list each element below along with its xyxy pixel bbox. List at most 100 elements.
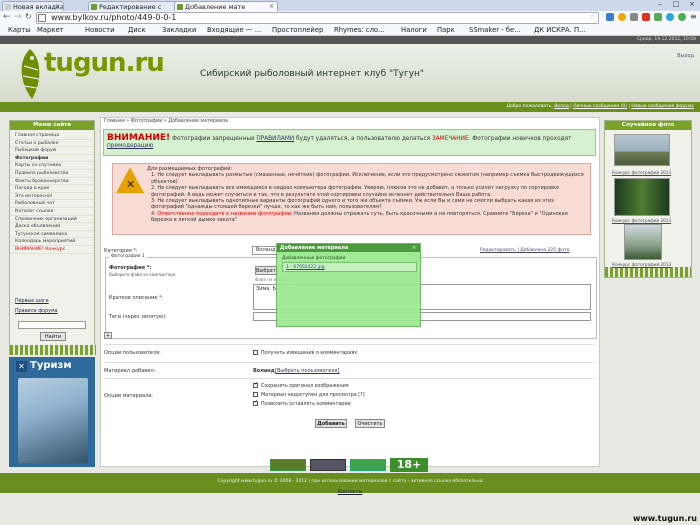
category-links[interactable]: Редактировать | Добавлено 225 фото [480,248,570,253]
search-button[interactable]: Найти [40,332,66,341]
extension-icon[interactable] [678,13,686,21]
menu-item[interactable]: Погода в крае [10,185,94,193]
notify-checkbox[interactable] [253,350,258,355]
choose-user-link[interactable]: [Выбрать пользователя] [275,368,339,374]
extension-icon[interactable] [630,13,638,21]
bookmark-disk[interactable]: Диск [128,26,146,34]
choose-file-button[interactable]: Выбрать [255,266,279,275]
menu-icon[interactable]: ≡ [690,12,697,21]
user-link[interactable]: Волод [554,104,569,109]
hidden-option[interactable]: Материал недоступен для просмотра [?] [253,392,365,398]
counter-badge[interactable] [350,459,386,471]
counter-badge[interactable] [310,459,346,471]
first-steps-link[interactable]: Первые шаги [15,299,49,304]
minimize-icon[interactable]: – [652,0,668,8]
photo-caption[interactable]: Конкурс фотографий 2013 [612,262,671,267]
added-photo-link[interactable]: 1 - 67602422.jpg [286,265,325,270]
close-window-icon[interactable]: × [684,0,700,8]
star-icon[interactable]: ☆ [589,12,596,21]
bookmarks-bar: Карты Маркет Новости Диск Закладки Входя… [0,25,700,36]
hidden-checkbox[interactable] [253,392,258,397]
close-icon[interactable]: × [269,3,274,10]
reload-icon[interactable]: ↻ [25,12,32,21]
comments-option[interactable]: Позволить оставлять комментарии [253,399,351,407]
keep-original-option[interactable]: Сохранять оригинал изображения [253,381,349,389]
menu-item[interactable]: Справочник организаций [10,216,94,224]
contacts-link[interactable]: Контакты [0,490,700,495]
added-photo-item[interactable]: 1 - 67602422.jpg [282,262,417,272]
popup-title[interactable]: Добавление материала [277,244,420,252]
bookmark-ssmaker[interactable]: SSmaker - бе... [469,26,521,34]
extension-icon[interactable] [642,13,650,21]
date-strip: Среда, 19.12.2012, 10:08 [0,36,700,44]
bookmark-inbox[interactable]: Входящие — ... [207,26,261,34]
maximize-icon[interactable]: □ [668,0,684,8]
menu-item[interactable]: Рыбацкий форум [10,147,94,155]
tab-add-material[interactable]: Добавление мате × [174,1,278,11]
comments-checkbox[interactable] [253,399,258,406]
page-icon [38,14,46,22]
watermark: www.tugun.ru [632,514,697,523]
menu-item[interactable]: Главная страница [10,132,94,140]
menu-item-contest[interactable]: ВНИМАНИЕ! Конкурс [10,246,94,254]
messages-link[interactable]: Личные сообщения (0) [573,104,627,109]
logo-text[interactable]: tugun.ru [44,48,165,78]
bookmark-dk-iskra[interactable]: ДК ИСКРА. П... [534,26,586,34]
random-photo-1[interactable] [614,134,670,166]
menu-item[interactable]: Доска объявлений [10,223,94,231]
menu-item[interactable]: Правила рыболовства [10,170,94,178]
random-photo-3[interactable] [624,224,662,260]
search-input[interactable] [18,321,86,329]
menu-item[interactable]: Каталог ссылок [10,208,94,216]
bookmark-rhymes[interactable]: Rhymes: сло... [334,26,385,34]
option-text: Материал недоступен для просмотра [?] [261,393,365,398]
bookmark-prostopleer[interactable]: Простоплейер [272,26,323,34]
counter-badge[interactable] [270,459,306,471]
warning-text: Фотографии запрещенные [170,136,257,142]
guideline-item: 2. Не следует выкладывать все имеющиеся … [151,185,560,198]
site-icon [91,4,97,10]
guideline-item: 1. Не следует выкладывать размытые (смаз… [151,172,584,185]
menu-item[interactable]: Карты со спутника [10,162,94,170]
photo-caption[interactable]: Конкурс фотографий 2013 [612,218,671,223]
extension-icon[interactable] [606,13,614,21]
menu-item[interactable]: Тугунская символика [10,231,94,239]
breadcrumb[interactable]: Главная » Фотографии » Добавление матери… [104,119,228,124]
bookmark-bookmarks[interactable]: Закладки [162,26,196,34]
warning-head: ВНИМАНИЕ! [107,133,171,143]
bookmark-maps[interactable]: Карты [8,26,31,34]
menu-item[interactable]: Календарь мероприятий [10,238,94,246]
extension-icon[interactable] [654,13,662,21]
forum-rules-link[interactable]: Правила форума [15,309,58,314]
menu-item[interactable]: Факты браконьерства [10,178,94,186]
logout-link[interactable]: Выход [677,53,694,59]
popup-close-icon[interactable]: × [412,244,416,252]
reset-button[interactable]: Очистить [355,419,385,428]
tab-new[interactable]: Новая вкладка × [2,1,64,11]
bookmark-park[interactable]: Парк [437,26,455,34]
back-icon[interactable]: ← [3,12,11,22]
submit-button[interactable]: Добавить [315,419,347,428]
url-field[interactable]: www.bylkov.ru/photo/449-0-0-1 [36,12,599,24]
skype-icon[interactable] [666,13,674,21]
random-photo-2[interactable] [614,178,670,216]
bookmark-taxes[interactable]: Налоги [401,26,427,34]
bookmark-market[interactable]: Маркет [37,26,64,34]
keep-original-checkbox[interactable] [253,381,258,388]
close-icon[interactable]: × [55,3,60,10]
rules-link[interactable]: ПРАВИЛАМИ [256,136,294,142]
grass-decoration [605,267,691,277]
bookmark-news[interactable]: Новости [85,26,115,34]
extension-icon[interactable] [618,13,626,21]
notify-option[interactable]: Получать извещения о комментариях [253,350,357,356]
menu-item[interactable]: Статьи о рыбалке [10,140,94,148]
new-forum-posts-link[interactable]: Новые сообщения форума [631,104,694,109]
menu-item-active[interactable]: Фотографии [10,155,94,163]
add-photo-button[interactable]: + [104,332,112,339]
forward-icon[interactable]: → [14,12,22,22]
photo-caption[interactable]: Конкурс фотографий 2013 [612,170,671,175]
menu-item[interactable]: Рыболовный чат [10,200,94,208]
divider [104,344,594,345]
premoderation-link[interactable]: премодерацию [107,143,153,149]
menu-item[interactable]: Это интересно! [10,193,94,201]
